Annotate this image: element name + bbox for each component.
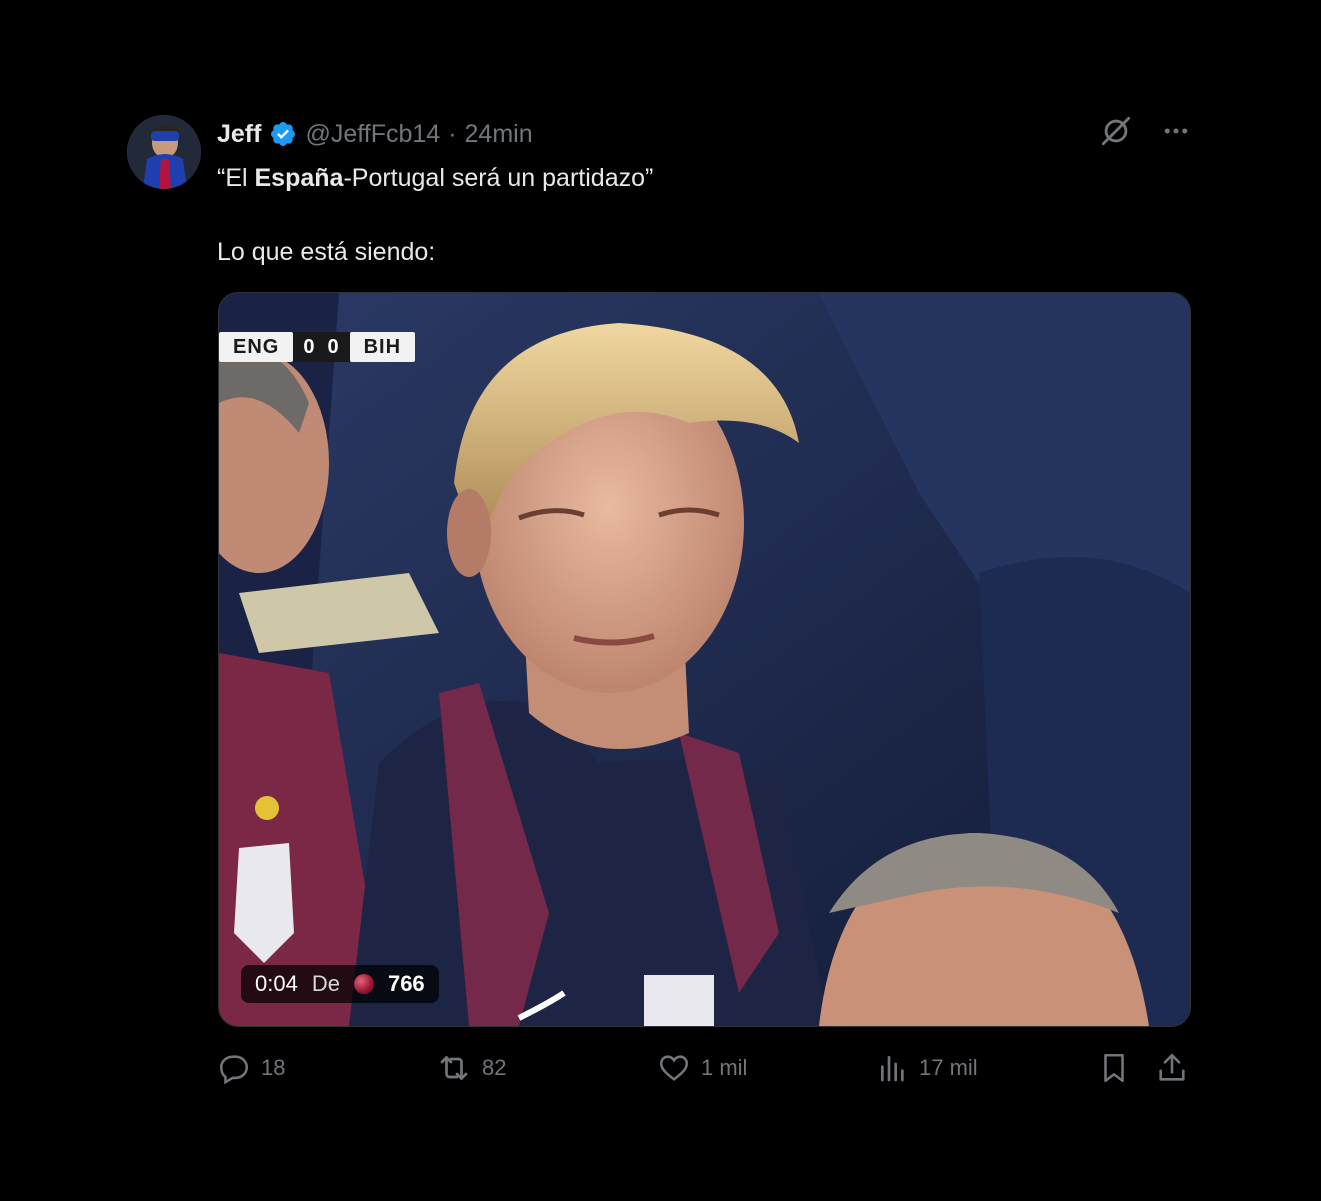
tweet-header: Jeff @JeffFcb14 · 24min <box>217 116 533 152</box>
repost-icon <box>440 1056 468 1080</box>
home-team: ENG <box>219 332 294 362</box>
scoreboard: ENG 0 0 BIH <box>219 331 416 363</box>
views-count: 17 mil <box>919 1055 978 1080</box>
grok-icon[interactable] <box>1099 114 1133 148</box>
video-time: 0:04 <box>255 971 298 996</box>
video-source-label: De <box>311 971 340 996</box>
author-handle[interactable]: @JeffFcb14 <box>305 120 440 149</box>
home-score: 0 <box>303 336 316 358</box>
bookmark-button[interactable] <box>1097 1048 1131 1088</box>
tweet-text-line-2: Lo que está siendo: <box>217 238 436 266</box>
text-segment: -Portugal será un partidazo” <box>343 164 654 192</box>
bookmark-icon <box>1104 1053 1124 1083</box>
video-views: 766 <box>387 971 425 996</box>
repost-button[interactable]: 82 <box>436 1048 506 1088</box>
verified-badge-icon <box>269 120 297 148</box>
away-score: 0 <box>327 336 340 358</box>
source-avatar-icon[interactable] <box>353 974 374 994</box>
away-team: BIH <box>349 332 416 362</box>
action-bar: 18 82 1 mil 17 mil <box>217 1048 1189 1088</box>
views-button[interactable]: 17 mil <box>877 1048 978 1088</box>
top-actions <box>1099 114 1191 148</box>
tweet-text: “El España-Portugal será un partidazo” L… <box>217 160 1177 270</box>
video-player[interactable]: ENG 0 0 BIH 0:04 De 766 <box>218 292 1191 1027</box>
repost-count: 82 <box>482 1055 507 1080</box>
share-button[interactable] <box>1155 1048 1189 1088</box>
reply-icon <box>219 1055 249 1085</box>
timestamp[interactable]: 24min <box>465 120 533 149</box>
score: 0 0 <box>293 332 350 362</box>
like-button[interactable]: 1 mil <box>657 1048 747 1088</box>
reply-button[interactable]: 18 <box>217 1048 285 1088</box>
heart-icon <box>659 1055 689 1081</box>
avatar[interactable] <box>127 115 201 189</box>
more-icon[interactable] <box>1161 116 1191 146</box>
text-segment: “El <box>217 164 255 192</box>
video-overlay: 0:04 De 766 <box>241 965 439 1003</box>
like-count: 1 mil <box>701 1055 748 1080</box>
reply-count: 18 <box>261 1055 286 1080</box>
tweet-text-line-1: “El España-Portugal será un partidazo” <box>217 160 1177 196</box>
share-icon <box>1159 1053 1185 1081</box>
text-bold-segment[interactable]: España <box>255 164 344 192</box>
tweet[interactable]: Jeff @JeffFcb14 · 24min “El España-Portu… <box>0 0 1321 1201</box>
views-icon <box>881 1056 904 1082</box>
author-name[interactable]: Jeff <box>217 120 261 149</box>
separator-dot: · <box>448 119 457 148</box>
video-frame <box>219 293 1190 1026</box>
